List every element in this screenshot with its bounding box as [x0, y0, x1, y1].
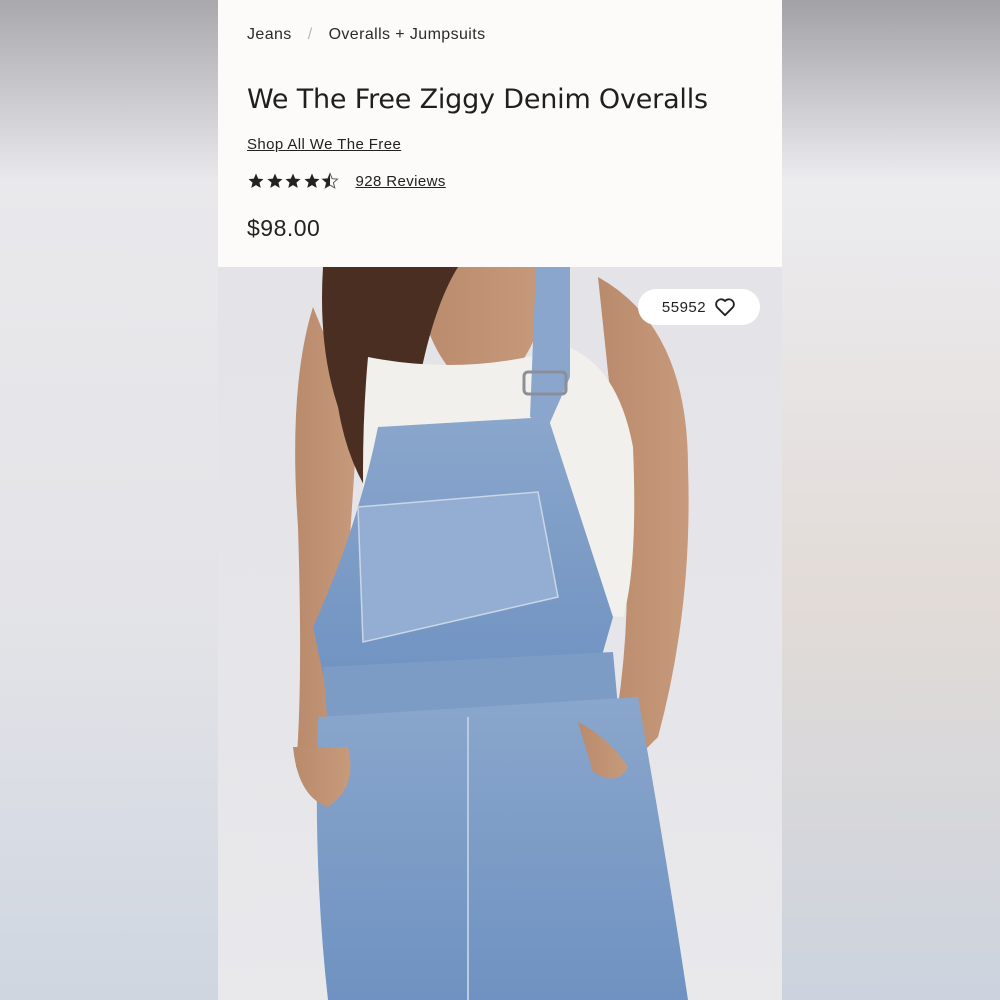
breadcrumb-item-jeans[interactable]: Jeans	[247, 26, 292, 44]
breadcrumb-separator: /	[307, 26, 313, 43]
product-header: Jeans / Overalls + Jumpsuits We The Free…	[218, 0, 782, 267]
reviews-link[interactable]: 928 Reviews	[356, 173, 446, 190]
star-icon	[285, 173, 301, 188]
blurred-background-left	[0, 0, 218, 1000]
shop-all-link[interactable]: Shop All We The Free	[247, 136, 401, 153]
product-title: We The Free Ziggy Denim Overalls	[247, 84, 708, 115]
rating-row[interactable]: 928 Reviews	[247, 172, 446, 190]
favorite-count: 55952	[661, 298, 707, 316]
star-icon	[304, 173, 319, 188]
favorite-button[interactable]: 55952	[638, 289, 760, 325]
half-star-icon	[321, 172, 339, 189]
product-image[interactable]: 55952	[218, 267, 782, 1000]
star-icon	[248, 173, 264, 188]
blurred-background-right	[782, 0, 1000, 1000]
star-icon	[267, 173, 282, 188]
breadcrumb: Jeans / Overalls + Jumpsuits	[247, 26, 486, 44]
breadcrumb-item-overalls[interactable]: Overalls + Jumpsuits	[329, 26, 486, 44]
model-photo	[293, 267, 689, 1000]
product-price: $98.00	[247, 215, 321, 241]
product-screen: Jeans / Overalls + Jumpsuits We The Free…	[218, 0, 782, 1000]
star-rating	[247, 172, 340, 190]
heart-icon	[715, 298, 735, 317]
